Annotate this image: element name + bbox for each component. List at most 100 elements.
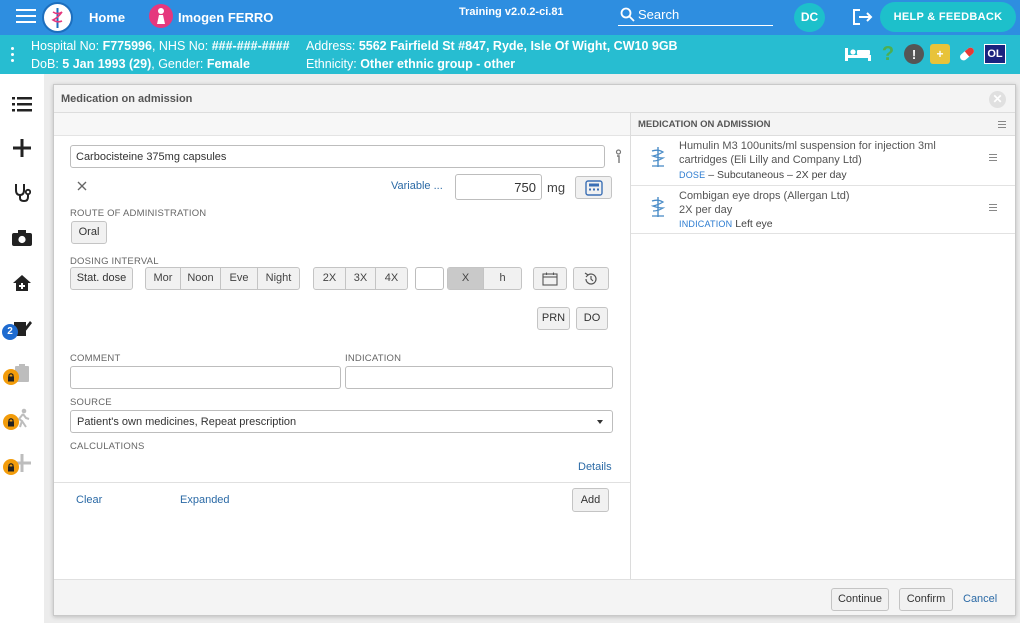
gender-label: Gender: <box>158 57 204 71</box>
dialog-header: Medication on admission ✕ <box>54 85 1015 113</box>
lock-icon <box>3 414 19 430</box>
add-button[interactable]: Add <box>572 488 609 512</box>
nhs-no-label: NHS No: <box>158 39 209 53</box>
variable-link[interactable]: Variable ... <box>391 180 443 192</box>
confirm-button[interactable]: Confirm <box>899 588 953 611</box>
route-oral-button[interactable]: Oral <box>71 221 107 244</box>
time-night-button[interactable]: Night <box>258 268 299 289</box>
dialog-title: Medication on admission <box>61 93 193 105</box>
continue-button[interactable]: Continue <box>831 588 889 611</box>
interval-unit-h-button[interactable]: h <box>484 268 521 289</box>
clock-history-icon <box>584 272 597 285</box>
time-eve-button[interactable]: Eve <box>221 268 258 289</box>
time-mor-button[interactable]: Mor <box>146 268 181 289</box>
medication-value: Carbocisteine 375mg capsules <box>76 151 227 163</box>
dose-value: 750 <box>514 180 536 195</box>
banner-dob: DoB: 5 Jan 1993 (29), Gender: Female <box>31 57 250 71</box>
gender: Female <box>206 57 250 71</box>
item-menu-icon[interactable] <box>989 154 997 163</box>
prn-button[interactable]: PRN <box>537 307 570 330</box>
time-noon-button[interactable]: Noon <box>181 268 221 289</box>
indication-input[interactable] <box>345 366 613 389</box>
version-label: Training v2.0.2-ci.81 <box>459 6 564 18</box>
close-icon[interactable]: ✕ <box>989 91 1006 108</box>
home-plus-icon[interactable] <box>0 261 44 305</box>
medication-form: Carbocisteine 375mg capsules Variable ..… <box>54 113 630 579</box>
help-feedback-button[interactable]: HELP & FEEDBACK <box>880 2 1016 32</box>
item-menu-icon[interactable] <box>989 204 997 213</box>
calculator-button[interactable] <box>575 176 612 199</box>
medication-name: Combigan eye drops (Allergan Ltd) 2X per… <box>679 189 949 217</box>
address-label: Address: <box>306 39 356 53</box>
meta-value: – Subcutaneous – 2X per day <box>708 169 847 181</box>
medication-input[interactable]: Carbocisteine 375mg capsules <box>70 145 605 168</box>
stethoscope-icon[interactable] <box>0 171 44 215</box>
plus-icon[interactable] <box>0 126 44 170</box>
hospital-no: F775996 <box>102 39 152 53</box>
schedule-button[interactable] <box>573 267 609 290</box>
search-placeholder: Search <box>638 7 680 22</box>
calendar-icon <box>542 272 558 286</box>
list-menu-icon[interactable] <box>998 121 1006 130</box>
home-link[interactable]: Home <box>89 10 125 25</box>
interval-unit-group: X h <box>447 267 522 290</box>
form-subheader <box>54 113 630 136</box>
source-label: SOURCE <box>70 397 112 408</box>
list-icon[interactable] <box>0 82 44 126</box>
dose-unit: mg <box>547 180 566 195</box>
info-icon[interactable] <box>614 149 623 168</box>
dob-label: DoB: <box>31 57 59 71</box>
medicine-icon <box>649 195 667 219</box>
interval-unit-x-button[interactable]: X <box>448 268 484 289</box>
dob: 5 Jan 1993 (29) <box>62 57 152 71</box>
details-link[interactable]: Details <box>578 461 612 473</box>
edit-badge: 2 <box>2 324 18 340</box>
meta-key: DOSE <box>679 170 706 180</box>
freq-4x-button[interactable]: 4X <box>376 268 407 289</box>
banner-ethnicity: Ethnicity: Other ethnic group - other <box>306 57 515 71</box>
clipboard-plus-icon[interactable]: + <box>930 44 950 64</box>
expanded-link[interactable]: Expanded <box>180 494 230 506</box>
clear-link[interactable]: Clear <box>76 494 102 506</box>
stat-dose-button[interactable]: Stat. dose <box>70 267 133 290</box>
medication-meta: INDICATION Left eye <box>679 218 773 230</box>
ethnicity: Other ethnic group - other <box>360 57 516 71</box>
calculations-label: CALCULATIONS <box>70 441 145 452</box>
kebab-menu-icon[interactable] <box>11 47 15 65</box>
comment-label: COMMENT <box>70 353 121 364</box>
pill-icon[interactable] <box>956 44 978 64</box>
freq-3x-button[interactable]: 3X <box>346 268 376 289</box>
indication-label: INDICATION <box>345 353 402 364</box>
meta-key: INDICATION <box>679 219 733 229</box>
dialog-footer: Continue Confirm Cancel <box>54 579 1015 615</box>
cancel-link[interactable]: Cancel <box>963 593 997 605</box>
lock-icon <box>3 459 19 475</box>
medication-item[interactable]: Humulin M3 100units/ml suspension for in… <box>631 136 1015 186</box>
bed-icon[interactable] <box>844 44 872 64</box>
logout-icon[interactable] <box>852 8 874 26</box>
freq-2x-button[interactable]: 2X <box>314 268 346 289</box>
clear-medication-icon[interactable] <box>77 180 87 194</box>
hamburger-menu-icon[interactable] <box>16 9 36 25</box>
patient-name[interactable]: Imogen FERRO <box>178 10 273 25</box>
source-select[interactable]: Patient's own medicines, Repeat prescrip… <box>70 410 613 433</box>
calendar-button[interactable] <box>533 267 567 290</box>
search-icon <box>620 7 635 25</box>
user-avatar[interactable]: DC <box>794 3 825 32</box>
frequency-group: 2X 3X 4X <box>313 267 408 290</box>
comment-input[interactable] <box>70 366 341 389</box>
medication-name-line: Humulin M3 100units/ml suspension for in… <box>679 140 936 152</box>
alert-icon[interactable]: ! <box>904 44 924 64</box>
address: 5562 Fairfield St #847, Ryde, Isle Of Wi… <box>358 39 678 53</box>
question-icon[interactable]: ? <box>878 43 898 65</box>
banner-ids: Hospital No: F775996, NHS No: ###-###-##… <box>31 39 290 53</box>
source-value: Patient's own medicines, Repeat prescrip… <box>77 416 297 428</box>
ol-badge[interactable]: OL <box>984 44 1006 64</box>
left-rail: 2 <box>0 74 44 623</box>
camera-icon[interactable] <box>0 216 44 260</box>
interval-number-input[interactable] <box>415 267 444 290</box>
medication-list-panel: MEDICATION ON ADMISSION Humulin M3 100un… <box>631 113 1015 579</box>
do-button[interactable]: DO <box>576 307 608 330</box>
dose-input[interactable]: 750 <box>455 174 542 200</box>
medication-item[interactable]: Combigan eye drops (Allergan Ltd) 2X per… <box>631 186 1015 234</box>
